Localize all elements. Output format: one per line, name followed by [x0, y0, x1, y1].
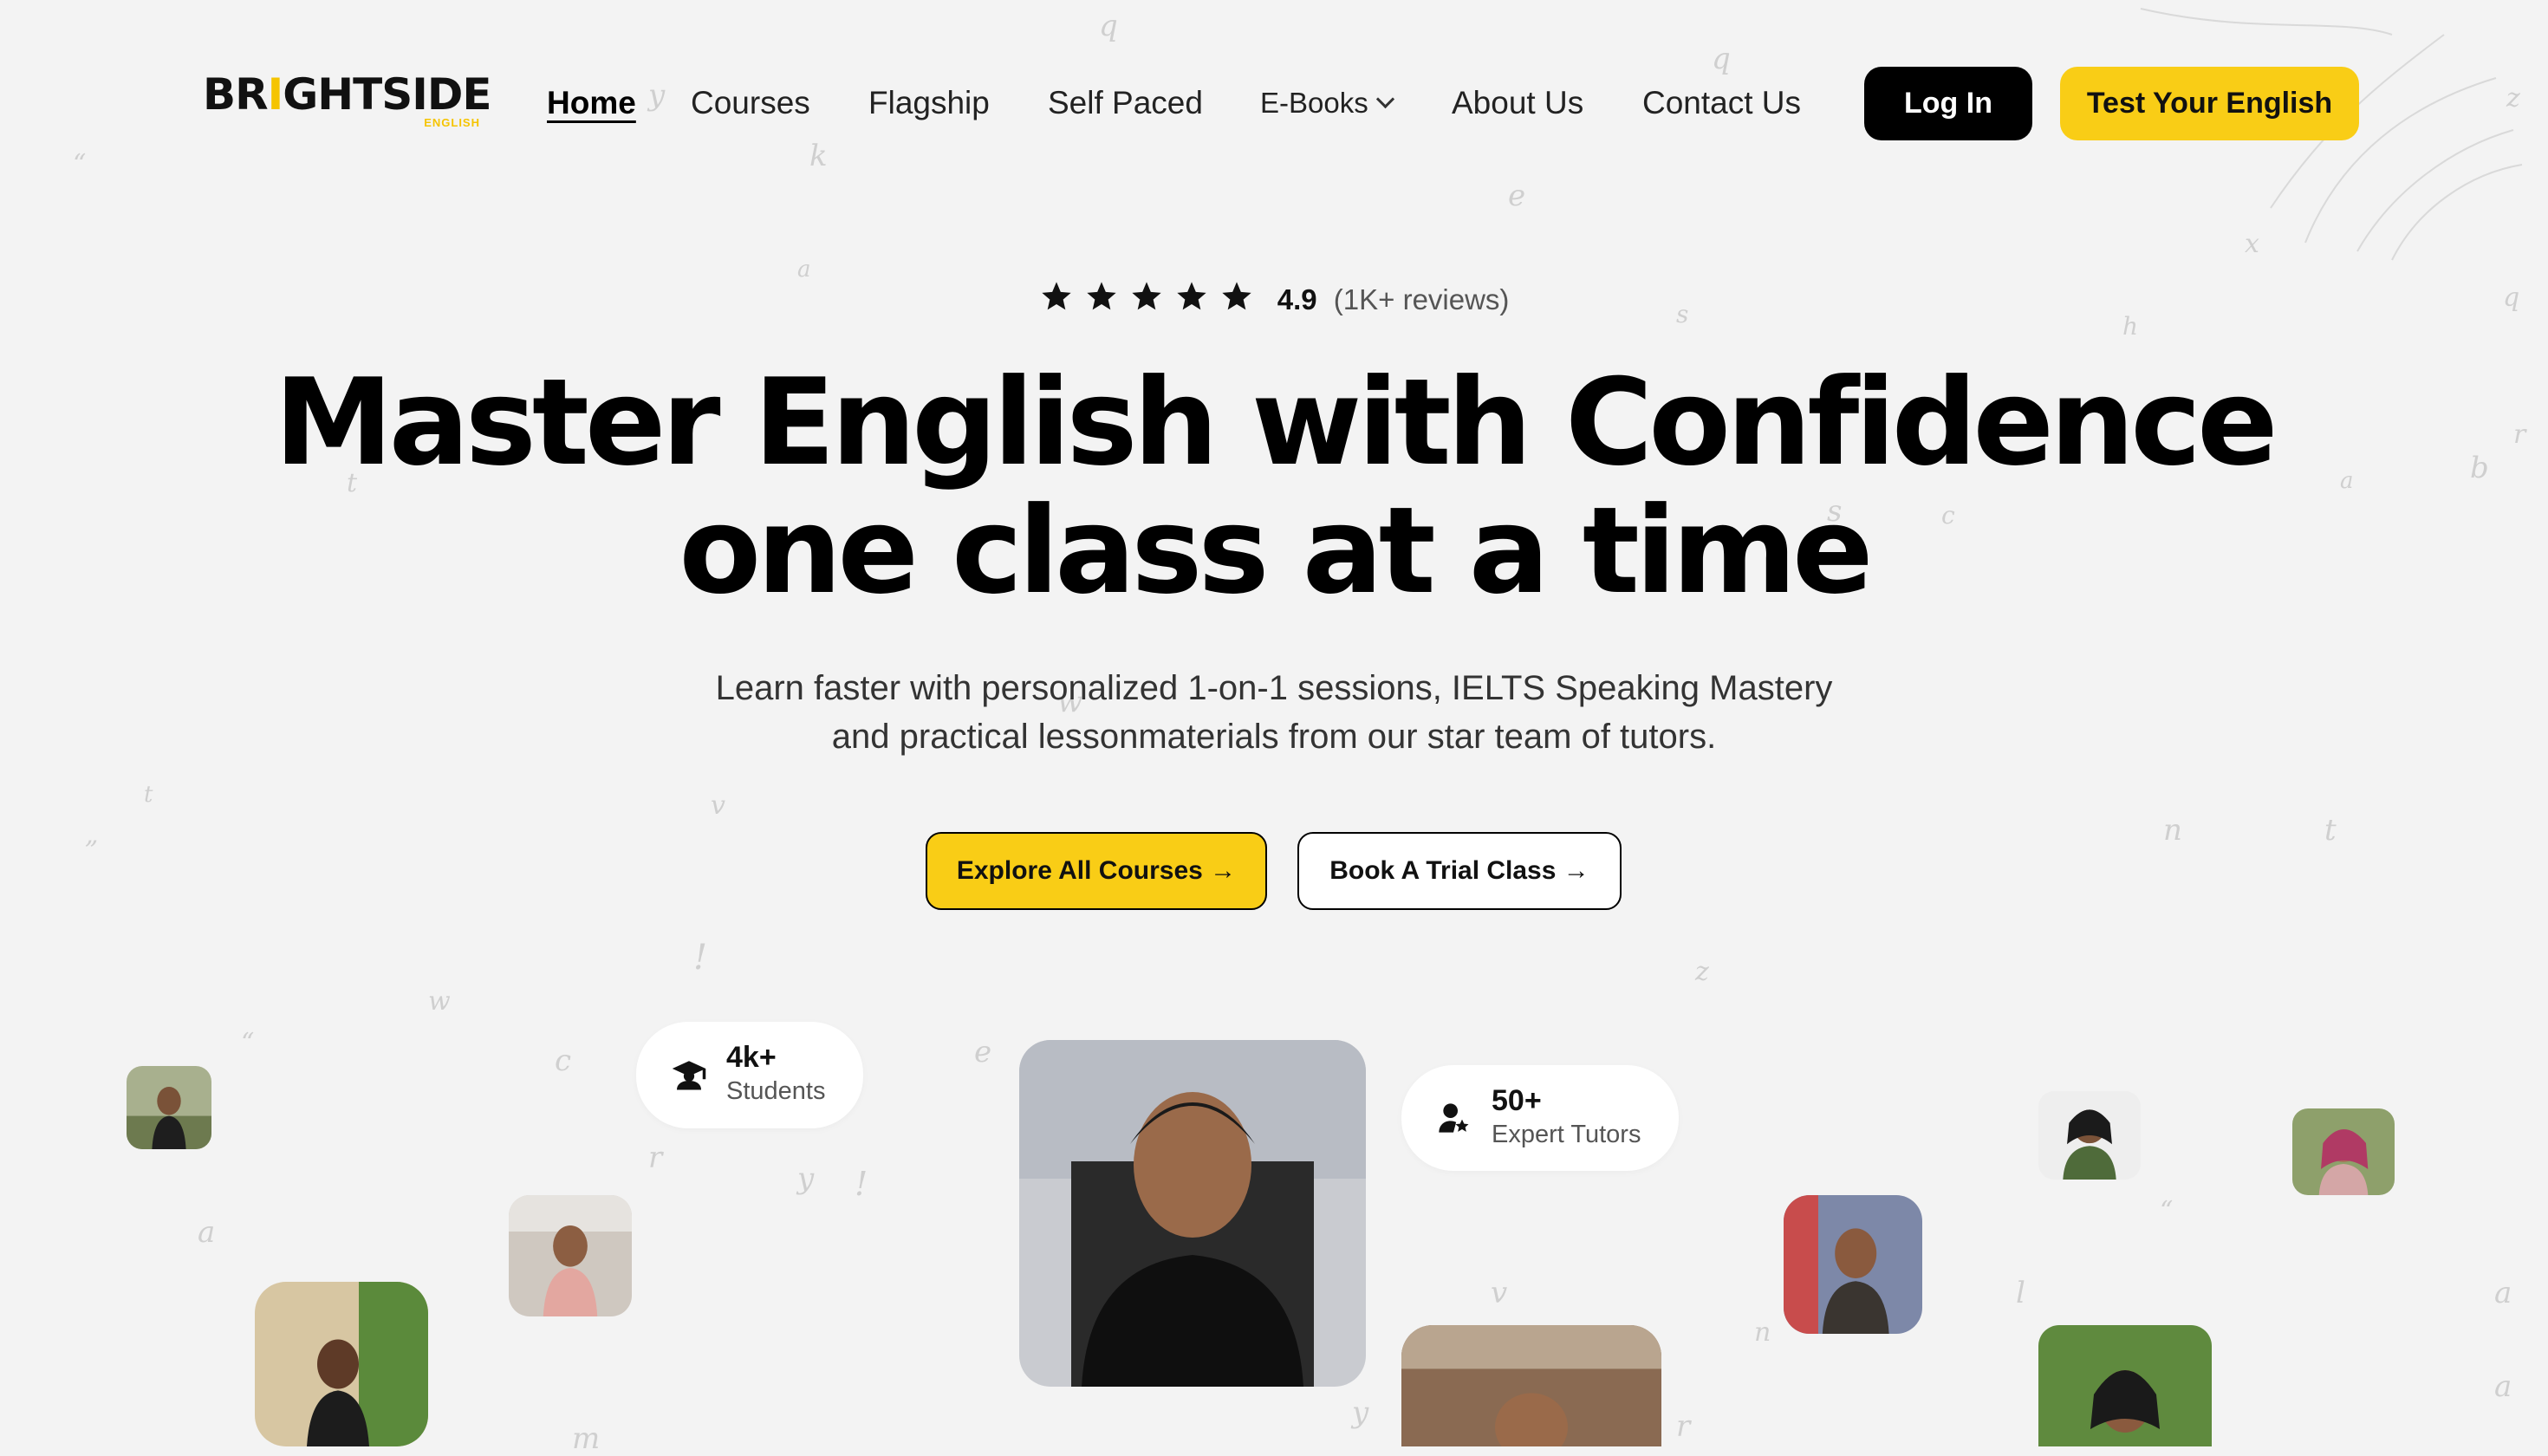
- hero-subtext-line1: Learn faster with personalized 1-on-1 se…: [715, 669, 1833, 707]
- nav-courses[interactable]: Courses: [691, 81, 810, 125]
- tutor-photo-4: [1401, 1325, 1661, 1446]
- nav-ebooks-dropdown[interactable]: E-Books: [1260, 81, 1394, 125]
- chevron-down-icon: [1375, 89, 1394, 109]
- rating-stars: [1039, 279, 1264, 321]
- logo-subtitle: ENGLISH: [424, 116, 480, 129]
- star-icon: [1131, 282, 1161, 310]
- nav-about-us[interactable]: About Us: [1452, 81, 1583, 125]
- graduate-icon: [672, 1061, 706, 1090]
- students-label: Students: [726, 1077, 826, 1105]
- nav-contact-us[interactable]: Contact Us: [1642, 81, 1801, 125]
- tutor-photo-6: [2038, 1091, 2141, 1180]
- star-icon: [1176, 282, 1206, 310]
- login-button[interactable]: Log In: [1864, 67, 2032, 140]
- tutors-stat-card: 50+ Expert Tutors: [1401, 1065, 1679, 1171]
- brightside-logo[interactable]: BRIGHTSIDE ENGLISH: [203, 68, 491, 137]
- nav-home[interactable]: Home: [547, 81, 636, 125]
- students-count: 4k+: [726, 1041, 777, 1074]
- rating-value: 4.9: [1277, 283, 1317, 315]
- book-trial-class-button[interactable]: Book A Trial Class →: [1297, 832, 1622, 910]
- tutor-photo-1: [127, 1066, 211, 1149]
- tutor-photo-featured: [1019, 1040, 1366, 1387]
- explore-all-courses-button[interactable]: Explore All Courses →: [926, 832, 1267, 910]
- hero-headline-line2: one class at a time: [679, 481, 1873, 621]
- hero-headline-line1: Master English with Confidence: [274, 353, 2278, 492]
- nav-ebooks-label: E-Books: [1260, 87, 1368, 119]
- star-icon: [1041, 282, 1071, 310]
- nav-flagship[interactable]: Flagship: [868, 81, 990, 125]
- nav-self-paced[interactable]: Self Paced: [1048, 81, 1203, 125]
- user-star-icon: [1439, 1103, 1469, 1133]
- tutor-photo-2: [509, 1195, 632, 1316]
- rating-count: (1K+ reviews): [1333, 283, 1510, 315]
- tutor-photo-8: [2038, 1325, 2212, 1446]
- logo-wordmark: BRIGHTSIDE: [203, 69, 491, 120]
- test-your-english-button[interactable]: Test Your English: [2060, 67, 2359, 140]
- rating-row: 4.9 (1K+ reviews): [0, 279, 2548, 321]
- tutor-photo-7: [2292, 1108, 2395, 1195]
- tutor-photo-5: [1784, 1195, 1922, 1334]
- star-icon: [1221, 282, 1251, 310]
- students-stat-card: 4k+ Students: [636, 1022, 863, 1128]
- hero-subtext-line2: and practical lessonmaterials from our s…: [831, 718, 1717, 756]
- tutors-count: 50+: [1492, 1084, 1542, 1117]
- star-icon: [1086, 282, 1116, 310]
- tutors-label: Expert Tutors: [1492, 1121, 1641, 1148]
- tutor-photo-3: [255, 1282, 428, 1446]
